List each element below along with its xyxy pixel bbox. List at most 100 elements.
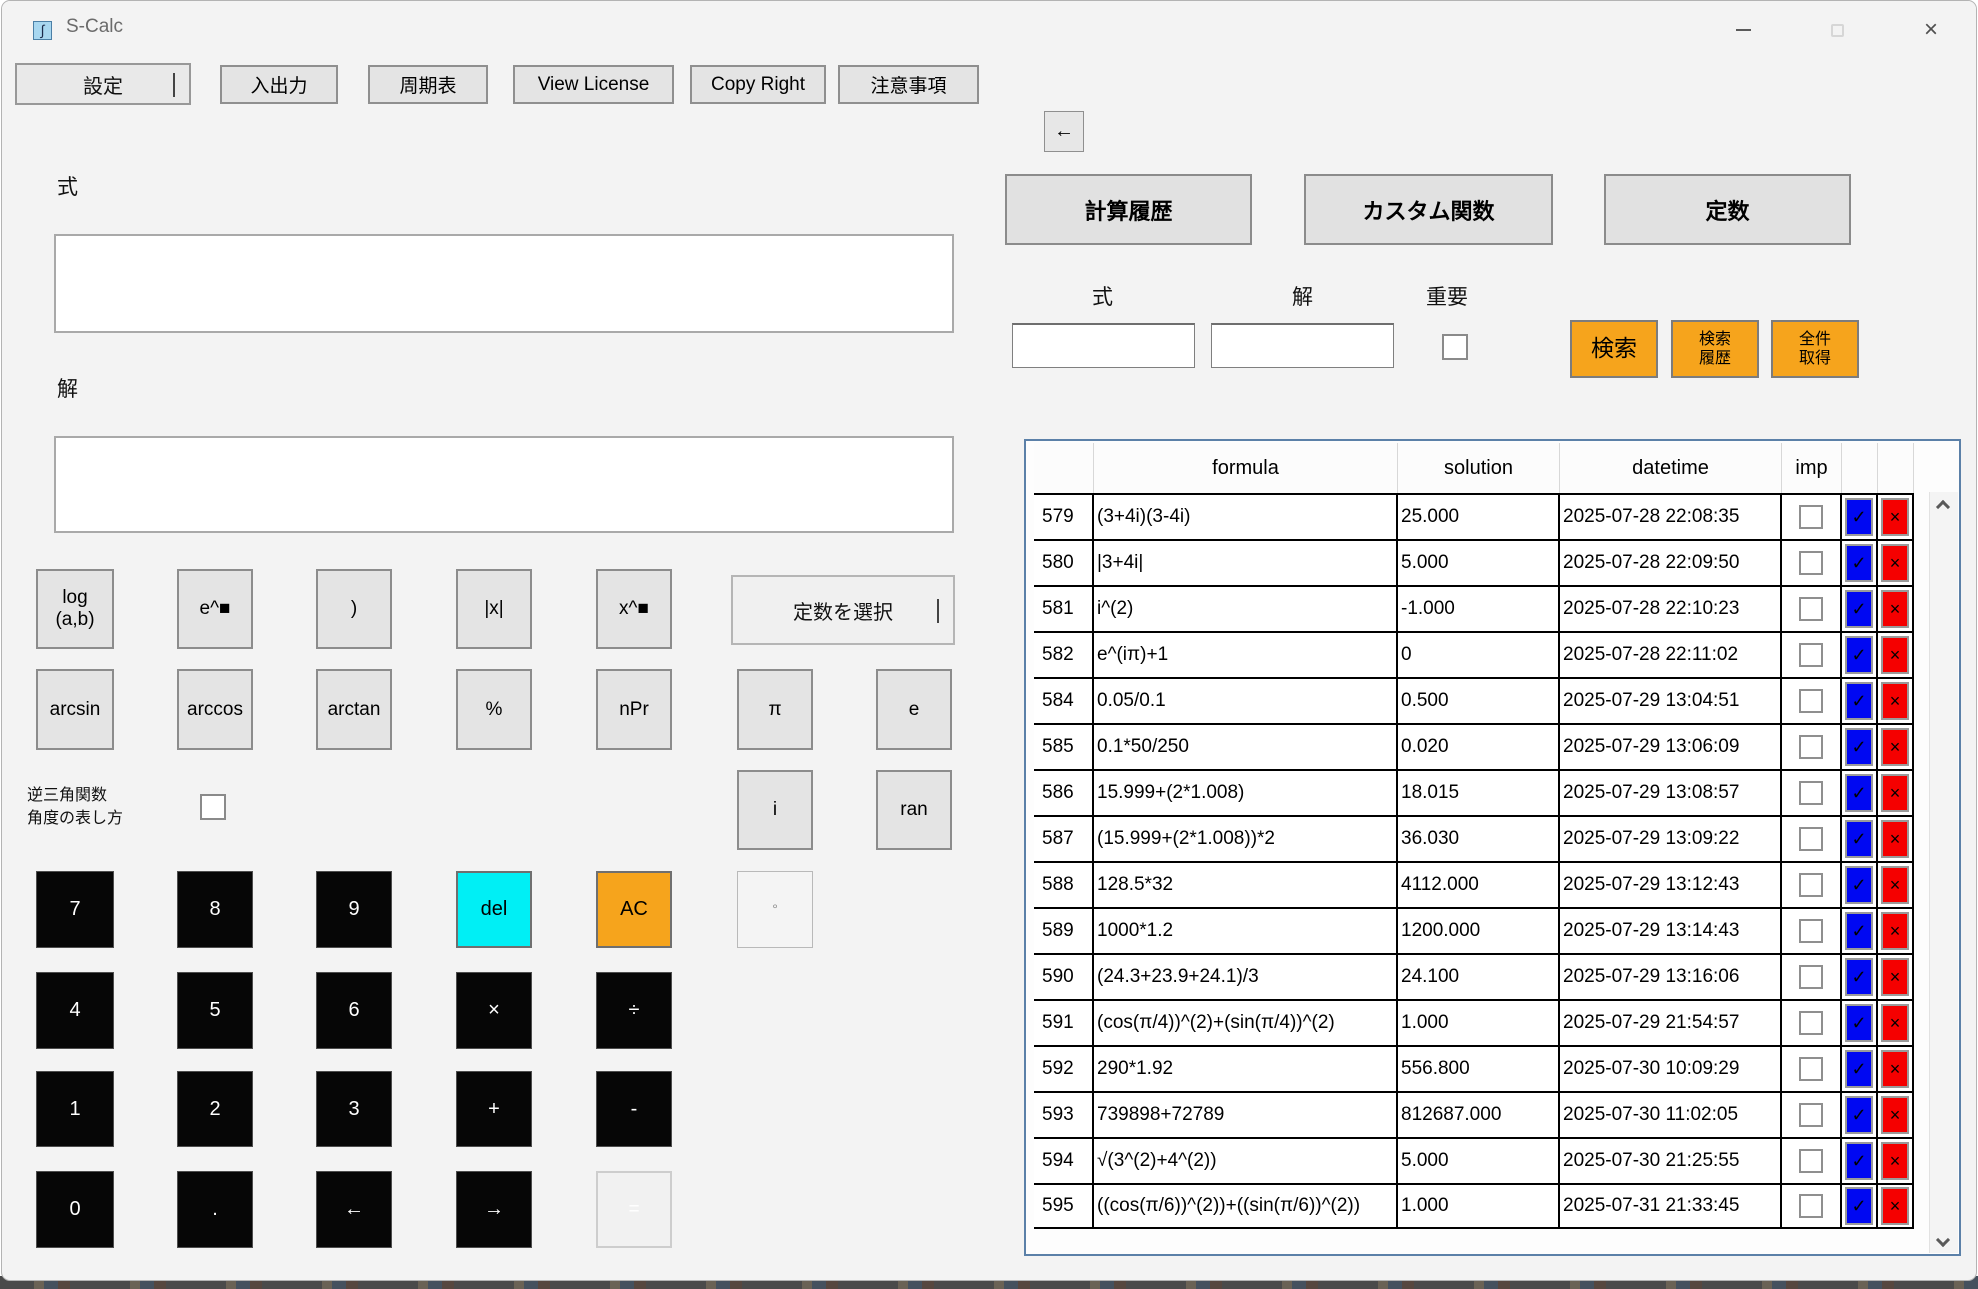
constant-select-dropdown[interactable]: 定数を選択 [731,575,955,645]
key-k8-button[interactable]: 8 [177,871,253,948]
delete-button[interactable]: × [1881,820,1909,858]
confirm-button[interactable]: ✓ [1845,590,1873,628]
table-row[interactable]: 586 15.999+(2*1.008) 18.015 2025-07-29 13:0… [1034,769,1914,815]
delete-button[interactable]: × [1881,498,1909,536]
delete-button[interactable]: × [1881,1096,1909,1134]
maximize-button[interactable] [1808,13,1866,47]
confirm-button[interactable]: ✓ [1845,820,1873,858]
key-k0-button[interactable]: 0 [36,1171,114,1248]
delete-button[interactable]: × [1881,1004,1909,1042]
key-e-button[interactable]: e [876,669,952,750]
solution-output[interactable] [54,436,954,533]
scroll-down-icon[interactable] [1935,1232,1951,1248]
delete-button[interactable]: × [1881,1142,1909,1180]
delete-button[interactable]: × [1881,866,1909,904]
confirm-button[interactable]: ✓ [1845,774,1873,812]
scroll-up-icon[interactable] [1935,499,1951,515]
table-row[interactable]: 590 (24.3+23.9+24.1)/3 24.100 2025-07-29 13… [1034,953,1914,999]
key-arcsin-button[interactable]: arcsin [36,669,114,750]
key-sub-button[interactable]: - [596,1071,672,1147]
key-epow-button[interactable]: e^■ [177,569,253,649]
key-abs-button[interactable]: |x| [456,569,532,649]
confirm-button[interactable]: ✓ [1845,544,1873,582]
settings-dropdown[interactable]: 設定 [15,63,191,105]
delete-button[interactable]: × [1881,1187,1909,1225]
nav-calc-history-button[interactable]: 計算履歴 [1005,174,1252,245]
key-k3-button[interactable]: 3 [316,1071,392,1147]
delete-button[interactable]: × [1881,636,1909,674]
key-ac-button[interactable]: AC [596,871,672,948]
key-pi-button[interactable]: π [737,669,813,750]
key-div-button[interactable]: ÷ [596,972,672,1049]
key-k5-button[interactable]: 5 [177,972,253,1049]
toolbar-periodic-table-button[interactable]: 周期表 [368,65,488,104]
table-row[interactable]: 582 e^(iπ)+1 0 2025-07-28 22:11:02 ✓ × [1034,631,1914,677]
imp-checkbox[interactable] [1799,965,1823,989]
key-i-button[interactable]: i [737,770,813,850]
key-add-button[interactable]: + [456,1071,532,1147]
key-eq-button[interactable]: = [596,1171,672,1248]
imp-checkbox[interactable] [1799,919,1823,943]
angle-mode-checkbox[interactable] [200,794,226,820]
delete-button[interactable]: × [1881,682,1909,720]
confirm-button[interactable]: ✓ [1845,866,1873,904]
imp-checkbox[interactable] [1799,551,1823,575]
table-row[interactable]: 579 (3+4i)(3-4i) 25.000 2025-07-28 22:08:35… [1034,493,1914,539]
toolbar-view-license-button[interactable]: View License [513,65,674,104]
key-arccos-button[interactable]: arccos [177,669,253,750]
key-npr-button[interactable]: nPr [596,669,672,750]
confirm-button[interactable]: ✓ [1845,1050,1873,1088]
key-dot-button[interactable]: . [177,1171,253,1248]
delete-button[interactable]: × [1881,958,1909,996]
confirm-button[interactable]: ✓ [1845,1142,1873,1180]
imp-checkbox[interactable] [1799,1057,1823,1081]
key-k7-button[interactable]: 7 [36,871,114,948]
key-xpow-button[interactable]: x^■ [596,569,672,649]
table-row[interactable]: 595 ((cos(π/6))^(2))+((sin(π/6))^(2)) 1.00… [1034,1183,1914,1229]
imp-checkbox[interactable] [1799,735,1823,759]
table-row[interactable]: 589 1000*1.2 1200.000 2025-07-29 13:14:43 ✓ × [1034,907,1914,953]
table-row[interactable]: 580 |3+4i| 5.000 2025-07-28 22:09:50 ✓ × [1034,539,1914,585]
formula-input[interactable] [54,234,954,333]
table-row[interactable]: 585 0.1*50/250 0.020 2025-07-29 13:06:09 ✓ × [1034,723,1914,769]
key-rparen-button[interactable]: ) [316,569,392,649]
delete-button[interactable]: × [1881,774,1909,812]
table-row[interactable]: 587 (15.999+(2*1.008))*2 36.030 2025-07-29 … [1034,815,1914,861]
imp-checkbox[interactable] [1799,873,1823,897]
search-solution-input[interactable] [1211,323,1394,368]
search-button[interactable]: 検索 [1570,320,1658,378]
table-row[interactable]: 584 0.05/0.1 0.500 2025-07-29 13:04:51 ✓ × [1034,677,1914,723]
search-important-checkbox[interactable] [1442,334,1468,360]
imp-checkbox[interactable] [1799,689,1823,713]
minimize-button[interactable] [1714,13,1772,47]
key-arctan-button[interactable]: arctan [316,669,392,750]
key-mul-button[interactable]: × [456,972,532,1049]
table-row[interactable]: 591 (cos(π/4))^(2)+(sin(π/4))^(2) 1.000 202… [1034,999,1914,1045]
table-row[interactable]: 593 739898+72789 812687.000 2025-07-30 11:0… [1034,1091,1914,1137]
confirm-button[interactable]: ✓ [1845,498,1873,536]
confirm-button[interactable]: ✓ [1845,912,1873,950]
delete-button[interactable]: × [1881,1050,1909,1088]
imp-checkbox[interactable] [1799,781,1823,805]
table-row[interactable]: 592 290*1.92 556.800 2025-07-30 10:09:29 ✓ × [1034,1045,1914,1091]
confirm-button[interactable]: ✓ [1845,636,1873,674]
back-button[interactable]: ← [1044,111,1084,152]
key-rarr-button[interactable]: → [456,1171,532,1248]
search-formula-input[interactable] [1012,323,1195,368]
toolbar-notes-button[interactable]: 注意事項 [838,65,979,104]
toolbar-io-button[interactable]: 入出力 [220,65,338,104]
key-ran-button[interactable]: ran [876,770,952,850]
key-k1-button[interactable]: 1 [36,1071,114,1147]
delete-button[interactable]: × [1881,590,1909,628]
imp-checkbox[interactable] [1799,505,1823,529]
table-row[interactable]: 588 128.5*32 4112.000 2025-07-29 13:12:43 ✓ × [1034,861,1914,907]
imp-checkbox[interactable] [1799,1149,1823,1173]
key-k6-button[interactable]: 6 [316,972,392,1049]
close-button[interactable]: × [1902,13,1960,47]
confirm-button[interactable]: ✓ [1845,1004,1873,1042]
key-deg-button[interactable]: ° [737,871,813,948]
table-scrollbar[interactable] [1929,492,1958,1253]
confirm-button[interactable]: ✓ [1845,958,1873,996]
delete-button[interactable]: × [1881,912,1909,950]
imp-checkbox[interactable] [1799,1194,1823,1218]
